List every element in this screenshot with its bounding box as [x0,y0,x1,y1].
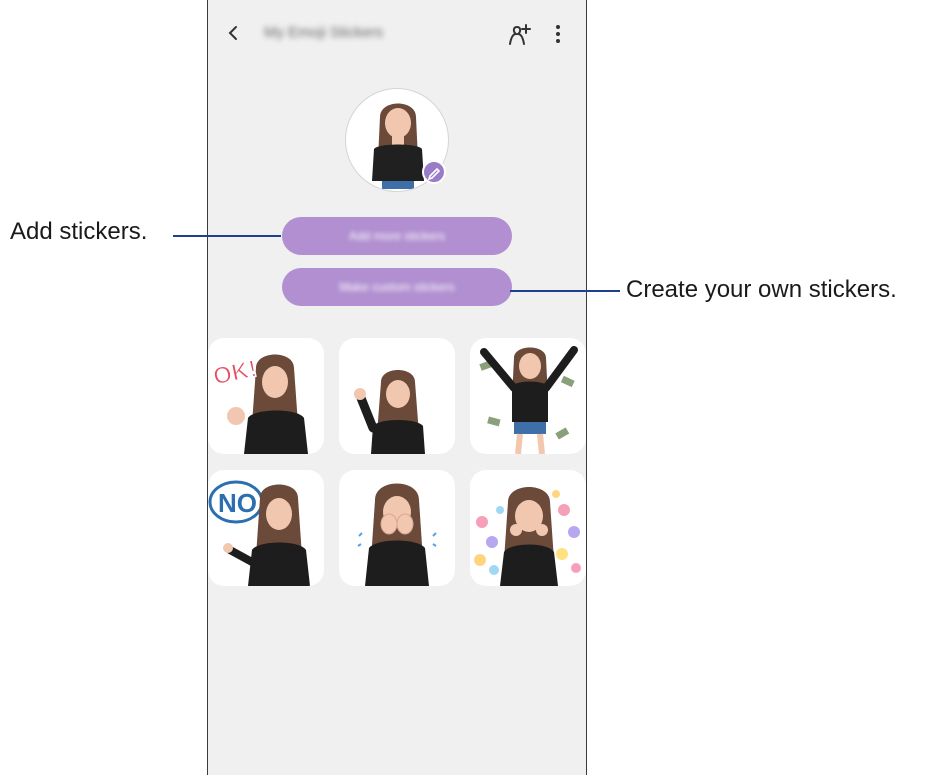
sticker-ok[interactable]: OK! [208,338,324,454]
sticker-cover-face[interactable] [339,470,455,586]
sticker-hearts[interactable] [470,470,586,586]
avatar-add-icon [509,24,531,45]
ok-sticker-text: OK! [211,355,260,391]
callout-line-add-stickers [173,235,281,237]
pencil-icon [427,167,441,181]
callout-line-create-stickers [510,290,620,292]
sticker-no-art: NO [208,480,310,586]
sticker-ok-art: OK! [210,354,308,454]
sticker-hearts-art [474,487,581,586]
sticker-cover-face-art [357,483,437,586]
add-stickers-button[interactable]: Add more stickers [282,217,512,255]
more-options-button[interactable] [550,20,566,48]
custom-stickers-button[interactable]: Make custom stickers [282,268,512,306]
sticker-wave-art [354,370,425,454]
more-vertical-icon [556,25,560,43]
chevron-left-icon [228,26,237,40]
add-stickers-label: Add more stickers [348,229,446,243]
phone-screen: My Emoji Stickers Add more stickers Make… [207,0,587,775]
sticker-money[interactable] [470,338,586,454]
callout-create-stickers: Create your own stickers. [626,276,897,303]
custom-stickers-label: Make custom stickers [339,280,455,294]
top-app-bar: My Emoji Stickers [208,0,586,70]
sticker-money-art [479,346,578,454]
page-title: My Emoji Stickers [264,24,384,41]
back-button[interactable] [222,20,246,46]
edit-avatar-button[interactable] [422,160,446,184]
no-sticker-text: NO [218,488,257,518]
callout-add-stickers: Add stickers. [10,218,148,245]
avatar-add-button[interactable] [506,22,532,48]
sticker-no[interactable]: NO [208,470,324,586]
sticker-wave[interactable] [339,338,455,454]
